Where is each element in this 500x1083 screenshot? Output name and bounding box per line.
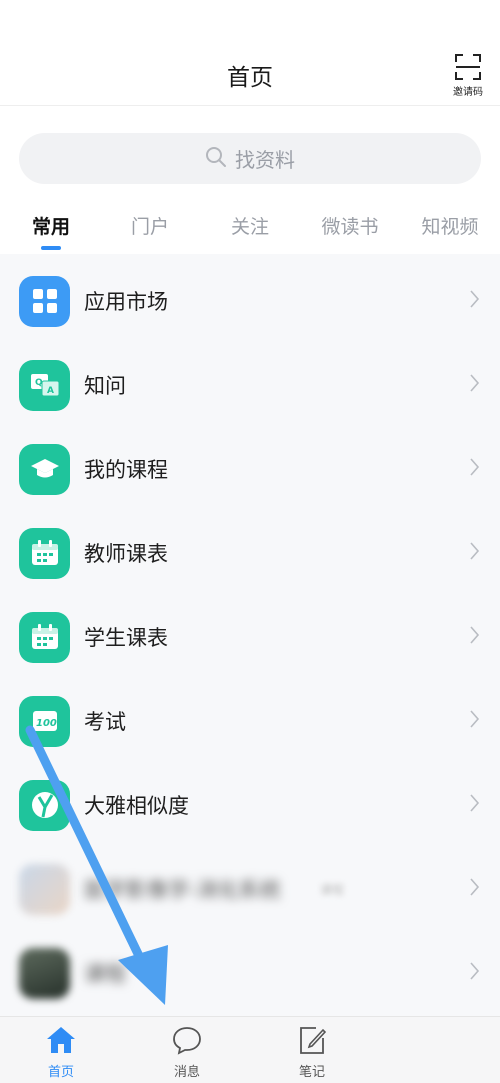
nav-notes[interactable]: 笔记 xyxy=(272,1025,352,1080)
list-item-course-blurred[interactable]: 医学影像学-消化系统 课程 xyxy=(0,847,500,931)
nav-home[interactable]: 首页 xyxy=(21,1025,101,1080)
chevron-right-icon xyxy=(470,710,480,728)
search-bar[interactable]: 找资料 xyxy=(19,133,481,184)
svg-text:100: 100 xyxy=(36,718,57,729)
list-item-label: 应用市场 xyxy=(84,290,168,314)
tab-bar: 常用 门户 关注 微读书 知视频 xyxy=(0,200,500,254)
calendar-icon xyxy=(19,527,70,579)
note-icon xyxy=(300,1027,327,1054)
calendar-icon xyxy=(19,611,70,663)
search-placeholder: 找资料 xyxy=(235,148,295,172)
nav-label: 消息 xyxy=(173,1065,200,1080)
list-item-label: 学生课表 xyxy=(84,626,168,650)
list-item-teacher-schedule[interactable]: 教师课表 xyxy=(0,511,500,595)
tab-weidushu[interactable]: 微读书 xyxy=(305,212,395,239)
invite-code-label: 邀请码 xyxy=(453,87,483,98)
svg-text:A: A xyxy=(47,386,54,396)
list-item-student-schedule[interactable]: 学生课表 xyxy=(0,595,500,679)
page-title: 首页 xyxy=(227,65,273,91)
tab-changyong[interactable]: 常用 xyxy=(6,212,96,239)
active-tab-indicator xyxy=(41,246,61,250)
list-item-label: 我的课程 xyxy=(84,458,168,482)
list-item-my-courses[interactable]: 我的课程 xyxy=(0,427,500,511)
tab-zhishipin[interactable]: 知视频 xyxy=(405,212,495,239)
chevron-right-icon xyxy=(470,794,480,812)
qa-icon: Q A xyxy=(19,359,70,411)
list-item-label: 医学影像学-消化系统 xyxy=(84,878,281,902)
chevron-right-icon xyxy=(470,290,480,308)
chevron-right-icon xyxy=(470,458,480,476)
tab-guanzhu[interactable]: 关注 xyxy=(205,212,295,239)
message-icon xyxy=(173,1027,201,1055)
list-item-label: 教师课表 xyxy=(84,542,168,566)
list-item-label: 知问 xyxy=(84,374,126,398)
chevron-right-icon xyxy=(470,626,480,644)
list-item-course-blurred-2[interactable]: 课程 xyxy=(0,931,500,1015)
app-list: 应用市场 Q A 知问 我的课程 教师课表 学生课表 100 考试 大雅相似度 … xyxy=(0,254,500,1016)
exam-100-icon: 100 xyxy=(19,695,70,747)
nav-messages[interactable]: 消息 xyxy=(147,1025,227,1080)
search-icon xyxy=(205,146,227,172)
svg-text:Q: Q xyxy=(35,378,43,388)
tab-menhu[interactable]: 门户 xyxy=(105,212,195,239)
chevron-right-icon xyxy=(470,374,480,392)
list-item-label: 大雅相似度 xyxy=(84,794,189,818)
list-item-daya-similarity[interactable]: 大雅相似度 xyxy=(0,763,500,847)
home-icon xyxy=(47,1027,75,1053)
list-item-app-market[interactable]: 应用市场 xyxy=(0,259,500,343)
invite-code-button[interactable]: 邀请码 xyxy=(450,54,486,98)
nav-label: 首页 xyxy=(47,1065,74,1080)
top-header: 首页 邀请码 xyxy=(0,0,500,106)
nav-label: 笔记 xyxy=(298,1065,325,1080)
chevron-right-icon xyxy=(470,878,480,896)
graduation-cap-icon xyxy=(19,443,70,495)
scan-icon xyxy=(455,54,481,80)
chevron-right-icon xyxy=(470,962,480,980)
course-thumbnail xyxy=(19,863,70,915)
list-item-exam[interactable]: 100 考试 xyxy=(0,679,500,763)
chevron-right-icon xyxy=(470,542,480,560)
similarity-icon xyxy=(19,779,70,831)
list-item-label: 课程 xyxy=(84,962,126,986)
list-item-zhiwen[interactable]: Q A 知问 xyxy=(0,343,500,427)
list-item-label: 考试 xyxy=(84,710,126,734)
list-item-sub-label: 课程 xyxy=(320,882,345,897)
course-thumbnail xyxy=(19,947,70,999)
bottom-navigation: 首页 消息 笔记 xyxy=(0,1016,500,1083)
grid-icon xyxy=(19,275,70,327)
